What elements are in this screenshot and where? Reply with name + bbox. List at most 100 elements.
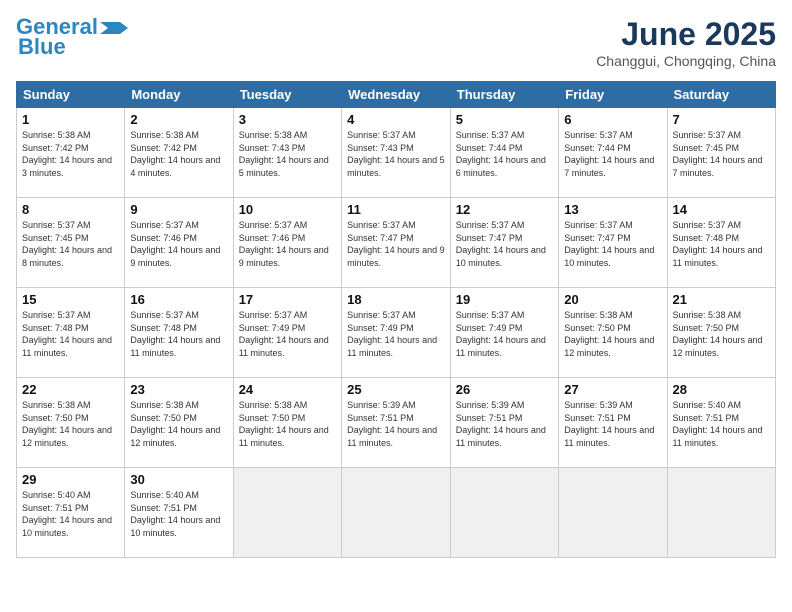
day-number: 29 <box>22 472 119 487</box>
calendar-cell: 10 Sunrise: 5:37 AMSunset: 7:46 PMDaylig… <box>233 198 341 288</box>
calendar-cell: 9 Sunrise: 5:37 AMSunset: 7:46 PMDayligh… <box>125 198 233 288</box>
month-year-title: June 2025 <box>596 16 776 53</box>
day-number: 5 <box>456 112 553 127</box>
calendar-cell: 12 Sunrise: 5:37 AMSunset: 7:47 PMDaylig… <box>450 198 558 288</box>
day-number: 20 <box>564 292 661 307</box>
calendar-cell <box>342 468 451 558</box>
day-number: 28 <box>673 382 771 397</box>
calendar-cell: 18 Sunrise: 5:37 AMSunset: 7:49 PMDaylig… <box>342 288 451 378</box>
day-number: 11 <box>347 202 445 217</box>
day-number: 24 <box>239 382 336 397</box>
day-info: Sunrise: 5:39 AMSunset: 7:51 PMDaylight:… <box>564 399 661 449</box>
calendar-cell: 5 Sunrise: 5:37 AMSunset: 7:44 PMDayligh… <box>450 108 558 198</box>
calendar-week-row: 8 Sunrise: 5:37 AMSunset: 7:45 PMDayligh… <box>17 198 776 288</box>
day-info: Sunrise: 5:37 AMSunset: 7:47 PMDaylight:… <box>347 219 445 269</box>
day-info: Sunrise: 5:37 AMSunset: 7:48 PMDaylight:… <box>130 309 227 359</box>
day-number: 21 <box>673 292 771 307</box>
calendar-cell: 20 Sunrise: 5:38 AMSunset: 7:50 PMDaylig… <box>559 288 667 378</box>
day-number: 26 <box>456 382 553 397</box>
calendar-cell: 13 Sunrise: 5:37 AMSunset: 7:47 PMDaylig… <box>559 198 667 288</box>
day-number: 15 <box>22 292 119 307</box>
day-info: Sunrise: 5:38 AMSunset: 7:50 PMDaylight:… <box>239 399 336 449</box>
calendar-week-row: 29 Sunrise: 5:40 AMSunset: 7:51 PMDaylig… <box>17 468 776 558</box>
calendar-cell: 29 Sunrise: 5:40 AMSunset: 7:51 PMDaylig… <box>17 468 125 558</box>
day-info: Sunrise: 5:37 AMSunset: 7:49 PMDaylight:… <box>347 309 445 359</box>
day-number: 2 <box>130 112 227 127</box>
calendar-cell: 24 Sunrise: 5:38 AMSunset: 7:50 PMDaylig… <box>233 378 341 468</box>
day-number: 8 <box>22 202 119 217</box>
day-number: 4 <box>347 112 445 127</box>
day-number: 7 <box>673 112 771 127</box>
calendar-cell: 26 Sunrise: 5:39 AMSunset: 7:51 PMDaylig… <box>450 378 558 468</box>
day-info: Sunrise: 5:38 AMSunset: 7:42 PMDaylight:… <box>130 129 227 179</box>
day-info: Sunrise: 5:37 AMSunset: 7:47 PMDaylight:… <box>456 219 553 269</box>
calendar-cell: 6 Sunrise: 5:37 AMSunset: 7:44 PMDayligh… <box>559 108 667 198</box>
calendar-header-row: SundayMondayTuesdayWednesdayThursdayFrid… <box>17 82 776 108</box>
day-info: Sunrise: 5:37 AMSunset: 7:45 PMDaylight:… <box>22 219 119 269</box>
calendar-cell: 4 Sunrise: 5:37 AMSunset: 7:43 PMDayligh… <box>342 108 451 198</box>
day-number: 14 <box>673 202 771 217</box>
day-number: 13 <box>564 202 661 217</box>
logo: General Blue <box>16 16 128 58</box>
calendar-cell: 22 Sunrise: 5:38 AMSunset: 7:50 PMDaylig… <box>17 378 125 468</box>
day-info: Sunrise: 5:37 AMSunset: 7:46 PMDaylight:… <box>239 219 336 269</box>
day-header-tuesday: Tuesday <box>233 82 341 108</box>
day-number: 1 <box>22 112 119 127</box>
day-header-sunday: Sunday <box>17 82 125 108</box>
calendar-cell: 28 Sunrise: 5:40 AMSunset: 7:51 PMDaylig… <box>667 378 776 468</box>
page-header: General Blue June 2025 Changgui, Chongqi… <box>16 16 776 69</box>
day-number: 17 <box>239 292 336 307</box>
day-info: Sunrise: 5:38 AMSunset: 7:50 PMDaylight:… <box>673 309 771 359</box>
day-number: 22 <box>22 382 119 397</box>
day-info: Sunrise: 5:37 AMSunset: 7:47 PMDaylight:… <box>564 219 661 269</box>
calendar-table: SundayMondayTuesdayWednesdayThursdayFrid… <box>16 81 776 558</box>
day-number: 18 <box>347 292 445 307</box>
day-info: Sunrise: 5:37 AMSunset: 7:44 PMDaylight:… <box>456 129 553 179</box>
calendar-cell: 21 Sunrise: 5:38 AMSunset: 7:50 PMDaylig… <box>667 288 776 378</box>
day-number: 19 <box>456 292 553 307</box>
day-number: 27 <box>564 382 661 397</box>
day-header-monday: Monday <box>125 82 233 108</box>
calendar-week-row: 1 Sunrise: 5:38 AMSunset: 7:42 PMDayligh… <box>17 108 776 198</box>
logo-arrow-icon <box>100 22 128 34</box>
logo-blue-text: Blue <box>18 36 66 58</box>
day-info: Sunrise: 5:37 AMSunset: 7:43 PMDaylight:… <box>347 129 445 179</box>
day-info: Sunrise: 5:38 AMSunset: 7:42 PMDaylight:… <box>22 129 119 179</box>
day-info: Sunrise: 5:37 AMSunset: 7:45 PMDaylight:… <box>673 129 771 179</box>
calendar-cell <box>667 468 776 558</box>
calendar-cell: 8 Sunrise: 5:37 AMSunset: 7:45 PMDayligh… <box>17 198 125 288</box>
day-info: Sunrise: 5:40 AMSunset: 7:51 PMDaylight:… <box>130 489 227 539</box>
day-number: 16 <box>130 292 227 307</box>
day-info: Sunrise: 5:39 AMSunset: 7:51 PMDaylight:… <box>347 399 445 449</box>
day-number: 3 <box>239 112 336 127</box>
day-header-saturday: Saturday <box>667 82 776 108</box>
calendar-cell: 7 Sunrise: 5:37 AMSunset: 7:45 PMDayligh… <box>667 108 776 198</box>
day-info: Sunrise: 5:38 AMSunset: 7:50 PMDaylight:… <box>564 309 661 359</box>
calendar-cell <box>233 468 341 558</box>
day-info: Sunrise: 5:38 AMSunset: 7:50 PMDaylight:… <box>130 399 227 449</box>
day-number: 12 <box>456 202 553 217</box>
day-number: 30 <box>130 472 227 487</box>
day-info: Sunrise: 5:37 AMSunset: 7:49 PMDaylight:… <box>456 309 553 359</box>
title-block: June 2025 Changgui, Chongqing, China <box>596 16 776 69</box>
day-header-friday: Friday <box>559 82 667 108</box>
location-subtitle: Changgui, Chongqing, China <box>596 53 776 69</box>
calendar-cell: 25 Sunrise: 5:39 AMSunset: 7:51 PMDaylig… <box>342 378 451 468</box>
calendar-cell: 11 Sunrise: 5:37 AMSunset: 7:47 PMDaylig… <box>342 198 451 288</box>
day-info: Sunrise: 5:37 AMSunset: 7:49 PMDaylight:… <box>239 309 336 359</box>
day-number: 25 <box>347 382 445 397</box>
calendar-week-row: 15 Sunrise: 5:37 AMSunset: 7:48 PMDaylig… <box>17 288 776 378</box>
calendar-cell: 3 Sunrise: 5:38 AMSunset: 7:43 PMDayligh… <box>233 108 341 198</box>
calendar-cell <box>450 468 558 558</box>
calendar-cell: 19 Sunrise: 5:37 AMSunset: 7:49 PMDaylig… <box>450 288 558 378</box>
calendar-cell <box>559 468 667 558</box>
calendar-cell: 2 Sunrise: 5:38 AMSunset: 7:42 PMDayligh… <box>125 108 233 198</box>
day-info: Sunrise: 5:37 AMSunset: 7:48 PMDaylight:… <box>22 309 119 359</box>
calendar-cell: 27 Sunrise: 5:39 AMSunset: 7:51 PMDaylig… <box>559 378 667 468</box>
calendar-cell: 17 Sunrise: 5:37 AMSunset: 7:49 PMDaylig… <box>233 288 341 378</box>
day-info: Sunrise: 5:38 AMSunset: 7:43 PMDaylight:… <box>239 129 336 179</box>
calendar-cell: 14 Sunrise: 5:37 AMSunset: 7:48 PMDaylig… <box>667 198 776 288</box>
day-header-wednesday: Wednesday <box>342 82 451 108</box>
day-header-thursday: Thursday <box>450 82 558 108</box>
day-info: Sunrise: 5:37 AMSunset: 7:46 PMDaylight:… <box>130 219 227 269</box>
